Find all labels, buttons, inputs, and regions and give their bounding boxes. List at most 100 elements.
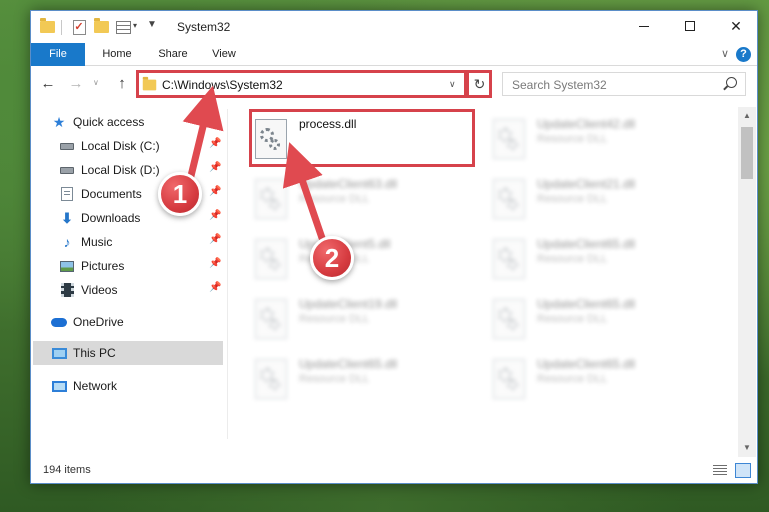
sidebar-item-label: OneDrive	[73, 315, 124, 329]
file-name: UpdateClient65.dll	[537, 237, 636, 251]
pictures-icon	[59, 258, 75, 274]
file-item[interactable]: UpdateClient65.dll Resource DLL	[489, 231, 719, 287]
close-button[interactable]: ✕	[713, 11, 759, 41]
onedrive-icon	[51, 314, 67, 330]
drive-icon	[59, 138, 75, 154]
pin-icon[interactable]: 📌	[209, 234, 221, 245]
file-type: Resource DLL	[299, 373, 370, 385]
documents-icon	[59, 186, 75, 202]
sidebar-item-label: Local Disk (D:)	[81, 163, 160, 177]
new-folder-icon[interactable]	[93, 18, 109, 35]
properties-check-icon[interactable]: ✓	[71, 19, 87, 35]
step-badge-1: 1	[158, 172, 202, 216]
help-icon[interactable]: ?	[736, 47, 751, 62]
search-box[interactable]: Search System32	[502, 72, 746, 96]
file-type: Resource DLL	[537, 253, 608, 265]
window-title: System32	[177, 20, 231, 34]
sidebar-item-local-disk-d[interactable]: Local Disk (D:)	[59, 159, 160, 181]
file-item[interactable]: UpdateClient65.dll Resource DLL	[251, 351, 481, 407]
star-icon: ★	[52, 114, 66, 130]
minimize-button[interactable]	[621, 11, 667, 41]
file-item[interactable]: UpdateClient42.dll Resource DLL	[489, 111, 719, 167]
sidebar-item-label: Network	[73, 379, 118, 393]
maximize-button[interactable]	[667, 11, 713, 41]
pin-icon[interactable]: 📌	[209, 162, 221, 173]
dll-file-icon	[255, 239, 287, 279]
file-item[interactable]: UpdateClient19.dll Resource DLL	[251, 291, 481, 347]
search-input[interactable]: Search System32	[512, 78, 607, 92]
file-item[interactable]: UpdateClient65.dll Resource DLL	[489, 351, 719, 407]
sidebar-item-quick-access[interactable]: ★ Quick access	[51, 111, 145, 133]
file-item[interactable]: UpdateClient65.dll Resource DLL	[489, 291, 719, 347]
dll-file-icon	[493, 299, 525, 339]
tab-file[interactable]: File	[31, 43, 85, 66]
this-pc-icon	[51, 345, 67, 361]
file-name: UpdateClient21.dll	[537, 177, 636, 191]
sidebar-item-network[interactable]: Network	[51, 375, 117, 397]
tab-home[interactable]: Home	[91, 43, 143, 66]
file-type: Resource DLL	[537, 313, 608, 325]
pin-icon[interactable]: 📌	[209, 258, 221, 269]
dll-file-icon	[493, 179, 525, 219]
sidebar-item-videos[interactable]: Videos	[59, 279, 117, 301]
sidebar-item-label: Videos	[81, 283, 118, 297]
file-name: UpdateClient19.dll	[299, 297, 398, 311]
search-icon[interactable]	[726, 77, 737, 88]
file-name: UpdateClient63.dll	[299, 177, 398, 191]
properties-icon[interactable]	[115, 19, 131, 35]
scroll-thumb[interactable]	[741, 127, 753, 179]
file-item[interactable]: UpdateClient63.dll Resource DLL	[251, 171, 481, 227]
sidebar-item-label: This PC	[73, 346, 116, 360]
sidebar-item-local-disk-c[interactable]: Local Disk (C:)	[59, 135, 160, 157]
large-icons-view-icon[interactable]	[735, 463, 751, 478]
pin-icon[interactable]: 📌	[209, 138, 221, 149]
step-badge-2: 2	[310, 236, 354, 280]
sidebar-item-label: Quick access	[73, 115, 145, 129]
expand-ribbon-icon[interactable]: ∨	[721, 47, 729, 60]
up-button[interactable]: ↑	[113, 75, 131, 93]
back-button[interactable]: ←	[39, 75, 57, 93]
downloads-icon: ⬇	[61, 210, 73, 226]
ribbon-tabs: File Home Share View ∨ ?	[31, 43, 757, 66]
details-view-icon[interactable]	[713, 465, 727, 476]
status-bar: 194 items	[31, 459, 757, 483]
title-bar: ✓ ▾ ▼ System32 ✕	[31, 11, 757, 43]
file-item[interactable]: UpdateClient5.dll Resource DLL	[251, 231, 481, 287]
quick-access-dropdown-icon[interactable]: ▼	[147, 19, 157, 30]
pin-icon[interactable]: 📌	[209, 282, 221, 293]
pin-icon[interactable]: 📌	[209, 210, 221, 221]
tab-share[interactable]: Share	[149, 43, 197, 66]
item-count: 194 items	[43, 464, 91, 476]
folder-icon	[39, 18, 55, 35]
file-name: UpdateClient65.dll	[299, 357, 398, 371]
close-icon: ✕	[730, 17, 742, 34]
sidebar-item-pictures[interactable]: Pictures	[59, 255, 124, 277]
scroll-up-icon[interactable]: ▲	[738, 107, 756, 125]
file-name: UpdateClient42.dll	[537, 117, 636, 131]
pane-divider	[227, 109, 228, 439]
tab-view[interactable]: View	[203, 43, 245, 66]
network-icon	[51, 378, 67, 394]
pin-icon[interactable]: 📌	[209, 186, 221, 197]
sidebar-item-this-pc[interactable]: This PC	[51, 342, 116, 364]
file-highlight-box	[249, 109, 475, 167]
recent-locations-icon[interactable]: ∨	[93, 78, 99, 87]
file-type: Resource DLL	[537, 133, 608, 145]
navigation-pane: ★ Quick access Local Disk (C:) Local Dis…	[31, 111, 227, 451]
sidebar-item-music[interactable]: ♪ Music	[59, 231, 113, 253]
file-type: Resource DLL	[299, 193, 370, 205]
dll-file-icon	[493, 359, 525, 399]
file-item[interactable]: UpdateClient21.dll Resource DLL	[489, 171, 719, 227]
sidebar-item-label: Downloads	[81, 211, 141, 225]
forward-button[interactable]: →	[67, 75, 85, 93]
customize-caret-icon[interactable]: ▾	[133, 21, 137, 30]
videos-icon	[59, 282, 75, 298]
file-type: Resource DLL	[537, 193, 608, 205]
sidebar-item-onedrive[interactable]: OneDrive	[51, 311, 124, 333]
sidebar-item-downloads[interactable]: ⬇ Downloads	[59, 207, 140, 229]
sidebar-item-documents[interactable]: Documents	[59, 183, 142, 205]
file-type: Resource DLL	[299, 313, 370, 325]
address-highlight-box	[136, 70, 467, 98]
vertical-scrollbar[interactable]: ▲ ▼	[738, 107, 756, 457]
scroll-down-icon[interactable]: ▼	[738, 439, 756, 457]
